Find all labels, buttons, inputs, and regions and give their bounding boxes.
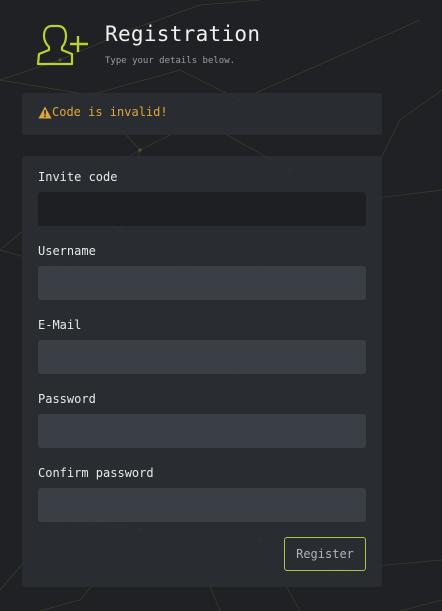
warning-icon [38, 106, 52, 119]
password-input[interactable] [38, 414, 366, 448]
confirm-password-input[interactable] [38, 488, 366, 522]
confirm-password-label: Confirm password [38, 466, 154, 480]
registration-form: Invite code Username E-Mail Password Con… [22, 156, 382, 587]
email-input[interactable] [38, 340, 366, 374]
error-alert: Code is invalid! [22, 93, 382, 135]
page-title: Registration [105, 22, 261, 46]
username-input[interactable] [38, 266, 366, 300]
invite-code-input[interactable] [38, 192, 366, 226]
username-label: Username [38, 244, 96, 258]
password-label: Password [38, 392, 96, 406]
user-plus-icon [36, 24, 88, 66]
register-button[interactable]: Register [284, 537, 366, 571]
page-subtitle: Type your details below. [105, 56, 236, 66]
page-header: Registration Type your details below. [36, 22, 416, 72]
email-label: E-Mail [38, 318, 82, 332]
alert-message: Code is invalid! [52, 105, 168, 119]
invite-code-label: Invite code [38, 170, 118, 184]
